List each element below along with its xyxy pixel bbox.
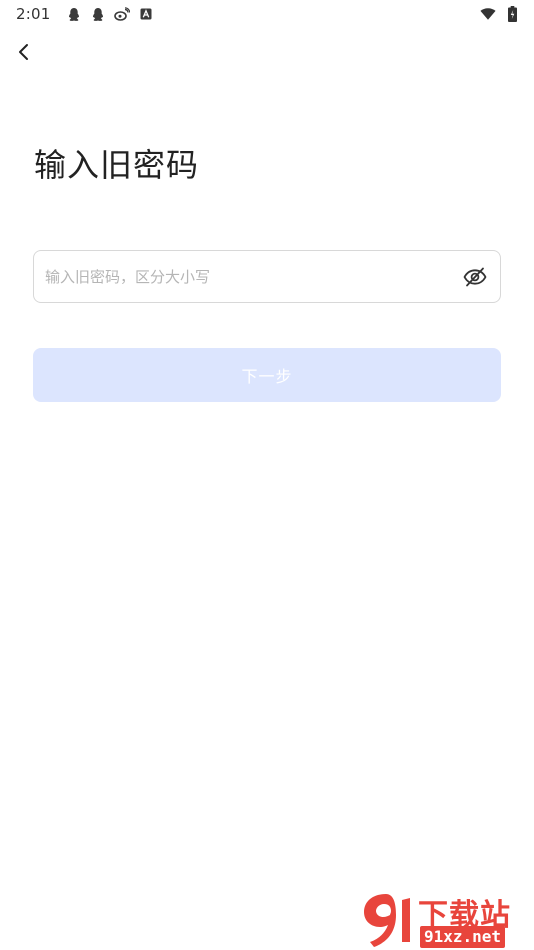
old-password-field[interactable] [33,250,501,303]
watermark-logo-icon [364,894,410,947]
eye-off-icon[interactable] [462,264,488,290]
old-password-input[interactable] [45,267,462,286]
status-left: 2:01 [16,5,154,23]
status-bar: 2:01 [0,0,534,28]
weibo-icon [114,6,131,22]
qq-icon [66,6,82,22]
status-time: 2:01 [16,5,51,23]
back-button[interactable] [10,38,38,66]
screen: 2:01 输入旧密码 下一步 下载站 91xz.net [0,0,534,950]
a-app-icon [138,6,154,22]
qq-icon [90,6,106,22]
page-title: 输入旧密码 [34,146,200,184]
status-right [480,6,520,22]
watermark: 下载站 91xz.net [358,890,530,948]
watermark-url: 91xz.net [420,926,506,948]
battery-icon [504,6,520,22]
next-step-button[interactable]: 下一步 [33,348,501,402]
chevron-left-icon [19,44,28,60]
wifi-icon [480,6,496,22]
